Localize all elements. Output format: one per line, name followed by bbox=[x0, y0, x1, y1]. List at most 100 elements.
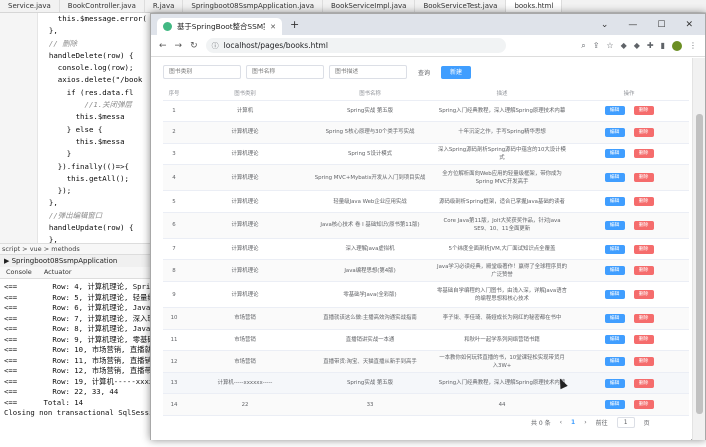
table-cell-no: 14 bbox=[163, 393, 185, 417]
table-row[interactable]: 13 计算机-----xxxxxx----- Spring实战 第五版 Spring入… bbox=[163, 372, 689, 395]
forward-icon[interactable]: → bbox=[175, 41, 183, 51]
ide-tab[interactable]: books.html bbox=[506, 0, 563, 12]
books-table: 序号 图书类别 图书名称 描述 操作 1 计算机 Spring实战 第五版 Sprin… bbox=[163, 86, 689, 417]
table-cell-desc: 零基础自学编程的入门图书，由浅入深，详解Java语言的编程思想和核心技术 bbox=[435, 281, 569, 309]
address-bar[interactable]: ⓘ localhost/pages/books.html bbox=[205, 38, 506, 53]
close-window-icon[interactable]: ✕ bbox=[685, 20, 693, 30]
page-scrollbar[interactable] bbox=[692, 58, 705, 440]
table-cell-type: 计算机理论 bbox=[185, 212, 305, 239]
book-type-input[interactable] bbox=[163, 65, 241, 79]
table-row[interactable]: 14 22 33 44 编辑 删除 bbox=[163, 393, 689, 417]
table-row[interactable]: 1 计算机 Spring实战 第五版 Spring入门经典教程，深入理解Spring原… bbox=[163, 100, 689, 123]
table-row[interactable]: 6 计算机理论 Java核心技术 卷 I 基础知识(原书第11版) Core Java… bbox=[163, 212, 689, 239]
avatar[interactable] bbox=[672, 40, 682, 51]
star-icon[interactable]: ☆ bbox=[606, 41, 613, 51]
run-tab[interactable]: Console bbox=[0, 267, 38, 278]
ide-tab[interactable]: BookServiceImpl.java bbox=[323, 0, 416, 12]
delete-button[interactable]: 删除 bbox=[633, 127, 654, 137]
scrollbar-thumb[interactable] bbox=[696, 114, 703, 414]
table-cell-name: 零基础学Java(全彩版) bbox=[305, 281, 435, 309]
extension-icon[interactable]: ◆ bbox=[634, 41, 640, 51]
total-count: 共 0 条 bbox=[531, 420, 551, 427]
chevron-down-icon[interactable]: ⌄ bbox=[601, 20, 609, 30]
puzzle-icon[interactable]: ✚ bbox=[647, 41, 654, 51]
edit-button[interactable]: 编辑 bbox=[604, 400, 625, 410]
page-number-current[interactable]: 1 bbox=[571, 419, 575, 426]
new-book-button[interactable]: 新建 bbox=[441, 65, 472, 79]
table-cell-type: 22 bbox=[185, 393, 305, 417]
prev-page-button[interactable]: ‹ bbox=[560, 419, 562, 426]
delete-button[interactable]: 删除 bbox=[633, 266, 654, 276]
goto-label: 前往 bbox=[595, 420, 608, 427]
search-icon[interactable]: ⌕ bbox=[581, 41, 585, 51]
edit-button[interactable]: 编辑 bbox=[604, 378, 625, 388]
delete-button[interactable]: 删除 bbox=[633, 357, 654, 367]
table-row[interactable]: 8 计算机理论 Java编程思想(第4版) Java学习必读经典，殿堂级著作！赢得了全… bbox=[163, 259, 689, 283]
sidebar-icon[interactable]: ▮ bbox=[661, 41, 665, 51]
query-button[interactable]: 查询 bbox=[412, 68, 436, 77]
table-row[interactable]: 2 计算机理论 Spring 5核心原理与30个类手写实战 十年沉淀之作，手写Spri… bbox=[163, 121, 689, 144]
table-row[interactable]: 4 计算机理论 Spring MVC+Mybatis开发从入门到项目实战 全方位解析面… bbox=[163, 164, 689, 192]
delete-button[interactable]: 删除 bbox=[633, 290, 654, 300]
goto-page-input[interactable]: 1 bbox=[616, 417, 635, 428]
delete-button[interactable]: 删除 bbox=[633, 400, 654, 410]
delete-button[interactable]: 删除 bbox=[633, 378, 654, 388]
table-row[interactable]: 12 市场营销 直播带货:淘宝、天猫直播从新手到高手 一本教你如何玩转直播的书，10堂… bbox=[163, 350, 689, 373]
maximize-icon[interactable]: ☐ bbox=[657, 20, 665, 30]
run-config-title[interactable]: Springboot08SsmpApplication bbox=[12, 257, 118, 265]
edit-button[interactable]: 编辑 bbox=[604, 173, 625, 183]
edit-button[interactable]: 编辑 bbox=[604, 127, 625, 137]
delete-button[interactable]: 删除 bbox=[633, 244, 654, 254]
run-tab[interactable]: Actuator bbox=[38, 267, 78, 278]
edit-button[interactable]: 编辑 bbox=[604, 313, 625, 323]
edit-button[interactable]: 编辑 bbox=[604, 335, 625, 345]
reload-icon[interactable]: ↻ bbox=[190, 41, 198, 51]
menu-icon[interactable]: ⋮ bbox=[689, 41, 697, 51]
table-row[interactable]: 5 计算机理论 轻量级Java Web企业应用实战 源码级剖析Spring框架，适合已… bbox=[163, 190, 689, 213]
close-tab-icon[interactable]: ✕ bbox=[270, 23, 276, 31]
extension-icon[interactable]: ◆ bbox=[621, 41, 627, 51]
ide-tab[interactable]: BookController.java bbox=[60, 0, 145, 12]
delete-button[interactable]: 删除 bbox=[633, 173, 654, 183]
ide-tab[interactable]: R.java bbox=[145, 0, 184, 12]
edit-button[interactable]: 编辑 bbox=[604, 244, 625, 254]
new-tab-icon[interactable]: + bbox=[290, 18, 299, 31]
table-cell-type: 市场营销 bbox=[185, 329, 305, 352]
edit-button[interactable]: 编辑 bbox=[604, 357, 625, 367]
edit-button[interactable]: 编辑 bbox=[604, 220, 625, 230]
delete-button[interactable]: 删除 bbox=[633, 220, 654, 230]
minimize-icon[interactable]: — bbox=[628, 20, 637, 30]
table-row[interactable]: 7 计算机理论 深入理解Java虚拟机 5个纬度全面剖析JVM,大厂面试知识点全覆盖编… bbox=[163, 238, 689, 261]
book-desc-input[interactable] bbox=[329, 65, 407, 79]
row-actions: 编辑 删除 bbox=[571, 400, 687, 410]
delete-button[interactable]: 删除 bbox=[633, 149, 654, 159]
share-icon[interactable]: ⇪ bbox=[593, 41, 600, 51]
table-row[interactable]: 11 市场营销 直播销讲实战一本通 和秋叶一起学系列网络营销书籍 编辑 删除 bbox=[163, 329, 689, 352]
table-row[interactable]: 9 计算机理论 零基础学Java(全彩版) 零基础自学编程的入门图书，由浅入深，详解J… bbox=[163, 281, 689, 309]
table-row[interactable]: 3 计算机理论 Spring 5设计模式 深入Spring源码剖析Spring源码中蕴… bbox=[163, 143, 689, 166]
delete-button[interactable]: 删除 bbox=[633, 106, 654, 116]
ide-tab[interactable]: BookServiceTest.java bbox=[415, 0, 507, 12]
ide-tab[interactable]: Service.java bbox=[0, 0, 60, 12]
delete-button[interactable]: 删除 bbox=[633, 197, 654, 207]
table-cell-name: Spring MVC+Mybatis开发从入门到项目实战 bbox=[305, 164, 435, 192]
delete-button[interactable]: 删除 bbox=[633, 313, 654, 323]
row-actions: 编辑 删除 bbox=[571, 197, 687, 207]
next-page-button[interactable]: › bbox=[584, 419, 586, 426]
edit-button[interactable]: 编辑 bbox=[604, 266, 625, 276]
edit-button[interactable]: 编辑 bbox=[604, 149, 625, 159]
edit-button[interactable]: 编辑 bbox=[604, 106, 625, 116]
delete-button[interactable]: 删除 bbox=[633, 335, 654, 345]
ide-tab[interactable]: Springboot08SsmpApplication.java bbox=[183, 0, 323, 12]
table-cell-type: 计算机理论 bbox=[185, 164, 305, 192]
site-info-icon[interactable]: ⓘ bbox=[212, 41, 219, 51]
browser-tab[interactable]: 基于SpringBoot整合SSM案例 ✕ bbox=[157, 18, 282, 35]
edit-button[interactable]: 编辑 bbox=[604, 290, 625, 300]
book-name-input[interactable] bbox=[246, 65, 324, 79]
column-header: 序号 bbox=[163, 86, 185, 101]
back-icon[interactable]: ← bbox=[159, 41, 167, 51]
edit-button[interactable]: 编辑 bbox=[604, 197, 625, 207]
table-cell-ops: 编辑 删除 bbox=[569, 307, 689, 330]
table-row[interactable]: 10 市场营销 直播就该这么做:主播高效沟通实战指南 李子柒、李佳琦、薇娅成长为网红的… bbox=[163, 307, 689, 330]
table-cell-type: 市场营销 bbox=[185, 307, 305, 330]
